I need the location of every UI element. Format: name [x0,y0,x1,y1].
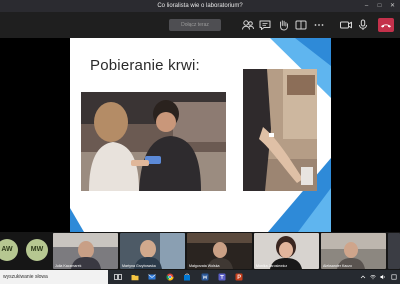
powerpoint-icon[interactable] [235,273,243,281]
shared-screen: Pobieranie krwi: [0,38,400,232]
people-icon[interactable] [241,18,255,32]
rooms-icon[interactable] [294,18,308,32]
volume-icon[interactable] [380,274,386,280]
participant-avatar[interactable]: MW [26,239,48,261]
network-icon[interactable] [370,274,376,280]
task-view-icon[interactable] [114,273,122,281]
join-now-button[interactable]: Dołącz teraz [169,19,221,31]
file-explorer-icon[interactable] [131,273,139,281]
camera-icon[interactable] [339,18,353,32]
participants-strip: AW MW Julia Kaczmarek Martyna Grzybowska… [0,232,400,270]
mail-icon[interactable] [148,273,156,281]
leave-call-button[interactable] [378,18,394,32]
slide-title: Pobieranie krwi: [90,57,200,74]
chrome-icon[interactable] [166,273,174,281]
minimize-icon[interactable]: – [360,0,373,12]
maximize-icon[interactable]: □ [373,0,386,12]
search-placeholder: wyszukiwanie słowa [3,274,48,280]
participant-name: Małgorzata Wolska [189,264,220,268]
participant-name: Monika Jarosiewicz [256,264,288,268]
participant-video-tile[interactable]: Monika Jarosiewicz [254,233,319,269]
participant-name: Julia Kaczmarek [55,264,82,268]
word-icon[interactable] [201,273,209,281]
taskbar-search-input[interactable]: wyszukiwanie słowa [0,270,108,284]
windows-taskbar: wyszukiwanie słowa [0,270,400,284]
participant-avatar[interactable]: AW [0,239,18,261]
more-icon[interactable] [312,18,326,32]
notifications-icon[interactable] [391,274,397,280]
participant-name: Aleksander Kaczo [323,264,352,268]
window-title-bar: Co lioralista wie o laboratorium? – □ ✕ [0,0,400,12]
chevron-up-icon[interactable] [360,274,366,280]
participant-video-tile[interactable]: Małgorzata Wolska [187,233,252,269]
teams-icon[interactable] [218,273,226,281]
participant-video-tile[interactable]: Aleksander Kaczo [321,233,386,269]
participant-video-tile[interactable]: Julia Kaczmarek [53,233,118,269]
close-icon[interactable]: ✕ [386,0,399,12]
window-title: Co lioralista wie o laboratorium? [157,3,243,9]
raise-hand-icon[interactable] [276,18,290,32]
chat-icon[interactable] [258,18,272,32]
participant-video-tile[interactable]: Martyna Grzybowska [120,233,185,269]
participant-name: Martyna Grzybowska [122,264,156,268]
participant-video-tile[interactable] [388,233,400,269]
mic-icon[interactable] [356,18,370,32]
presentation-slide: Pobieranie krwi: [70,38,331,232]
blood-draw-photo [81,92,226,191]
meeting-toolbar: Dołącz teraz [0,12,400,38]
arm-bandage-photo [243,69,317,191]
store-icon[interactable] [183,273,191,281]
